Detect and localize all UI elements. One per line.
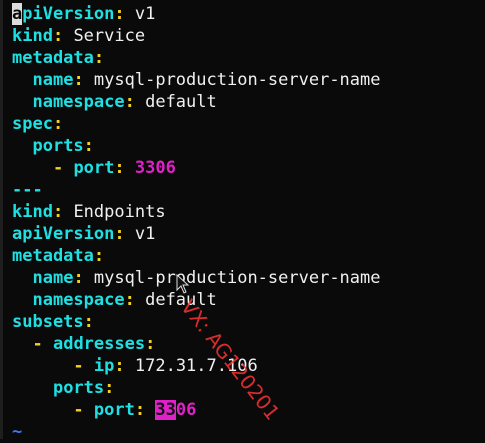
list-dash: - — [73, 400, 94, 420]
code-line: metadata: — [12, 47, 104, 69]
editor-left-edge — [0, 0, 3, 439]
yaml-colon: : — [114, 224, 125, 244]
yaml-colon: : — [114, 158, 125, 178]
search-highlight: 33 — [155, 400, 176, 420]
yaml-colon: : — [73, 70, 84, 90]
yaml-colon: : — [145, 334, 156, 354]
yaml-key: metadata — [12, 48, 94, 68]
yaml-colon: : — [73, 268, 84, 288]
yaml-value: mysql-production-server-name — [83, 268, 381, 288]
yaml-key: name — [32, 70, 74, 90]
text-cursor: a — [12, 3, 23, 25]
yaml-key: namespace — [32, 92, 125, 112]
yaml-key: spec — [12, 114, 53, 134]
code-line: ports: — [12, 377, 114, 399]
yaml-key: port — [93, 400, 135, 420]
yaml-key: addresses — [52, 334, 146, 354]
list-dash: - — [73, 356, 94, 376]
yaml-colon: : — [83, 136, 94, 156]
yaml-value: Service — [63, 26, 146, 46]
yaml-key: ports — [52, 378, 105, 398]
list-dash: - — [32, 334, 53, 354]
document-separator: --- — [12, 180, 43, 200]
yaml-key: metadata — [12, 246, 94, 266]
yaml-value: default — [134, 92, 217, 112]
code-line: metadata: — [12, 245, 104, 267]
yaml-colon: : — [114, 356, 125, 376]
yaml-number: 3306 — [155, 400, 197, 420]
mouse-pointer-icon — [176, 274, 190, 294]
yaml-value: v1 — [124, 224, 156, 244]
yaml-colon: : — [124, 92, 135, 112]
yaml-colon: : — [104, 378, 115, 398]
yaml-key: apiVersion — [12, 224, 115, 244]
yaml-editor[interactable]: apiVersion: v1 kind: Service metadata: nam… — [0, 0, 485, 442]
yaml-key: ip — [93, 356, 115, 376]
yaml-key: subsets — [12, 312, 84, 332]
code-line: kind: Endpoints — [12, 201, 166, 223]
yaml-key: port — [73, 158, 115, 178]
yaml-colon: : — [52, 26, 64, 46]
yaml-value: Endpoints — [63, 202, 166, 222]
code-line: apiVersion: v1 — [12, 3, 155, 25]
code-line: subsets: — [12, 311, 94, 333]
code-line: - port: 3306 — [12, 399, 196, 421]
yaml-colon: : — [134, 400, 146, 420]
yaml-key: name — [32, 268, 74, 288]
code-line: - port: 3306 — [12, 157, 176, 179]
yaml-key: apiVersion — [12, 3, 115, 25]
yaml-colon: : — [83, 312, 94, 332]
code-line: ports: — [12, 135, 94, 157]
code-line: - addresses: — [12, 333, 155, 355]
yaml-colon: : — [114, 4, 125, 24]
yaml-colon: : — [93, 48, 105, 68]
code-line: apiVersion: v1 — [12, 223, 155, 245]
yaml-colon: : — [52, 202, 64, 222]
yaml-key: ports — [32, 136, 84, 156]
code-line: name: mysql-production-server-name — [12, 267, 381, 289]
yaml-key: kind — [12, 202, 53, 222]
yaml-colon: : — [52, 114, 64, 134]
code-line: name: mysql-production-server-name — [12, 69, 381, 91]
yaml-number: 3306 — [134, 158, 176, 178]
yaml-colon: : — [124, 290, 135, 310]
code-line: spec: — [12, 113, 63, 135]
code-line: ~ — [12, 421, 22, 443]
empty-line-tilde: ~ — [12, 422, 23, 442]
yaml-value: v1 — [124, 4, 156, 24]
code-line: namespace: default — [12, 91, 217, 113]
yaml-colon: : — [93, 246, 105, 266]
yaml-key: namespace — [32, 290, 125, 310]
code-line: --- — [12, 179, 43, 201]
code-line: kind: Service — [12, 25, 145, 47]
yaml-value: mysql-production-server-name — [83, 70, 381, 90]
yaml-key: kind — [12, 26, 53, 46]
list-dash: - — [52, 158, 74, 178]
